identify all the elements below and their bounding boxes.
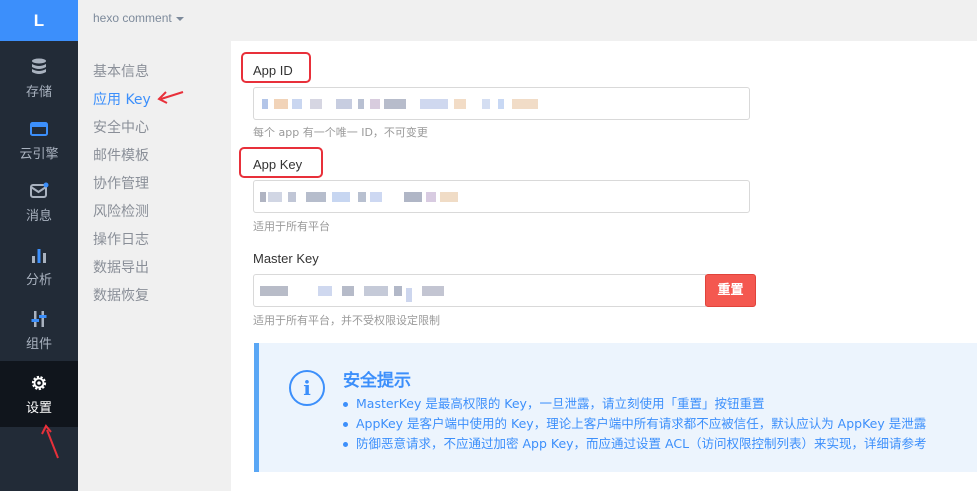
nav-item-label: 分析 (25, 273, 52, 288)
nav-item-cloud-engine[interactable]: 云引擎 (0, 107, 78, 169)
submenu-item-security-center[interactable]: 安全中心 (93, 117, 149, 137)
top-bar: hexo comment (78, 0, 977, 41)
database-icon (32, 58, 46, 74)
app-key-field[interactable] (253, 180, 750, 213)
app-logo[interactable]: L (0, 0, 78, 41)
nav-item-label: 云引擎 (19, 147, 59, 162)
main-nav: L 存储 云引擎 消息 分析 组件 设置 (0, 0, 78, 491)
master-key-help: 适用于所有平台，并不受权限设定限制 (253, 314, 440, 327)
chevron-down-icon (175, 16, 184, 21)
settings-submenu: 基本信息 应用 Key 安全中心 邮件模板 协作管理 风险检测 操作日志 数据导… (78, 41, 228, 491)
master-key-label: Master Key (253, 251, 319, 266)
info-icon: i (289, 370, 325, 406)
nav-item-label: 消息 (25, 209, 52, 224)
submenu-item-risk-detection[interactable]: 风险检测 (93, 201, 149, 221)
security-tip-title: 安全提示 (343, 371, 411, 391)
security-tip-line: 防御恶意请求，不应通过加密 App Key，而应通过设置 ACL（访问权限控制列… (343, 433, 927, 452)
cloud-engine-icon (30, 122, 48, 136)
submenu-item-operation-log[interactable]: 操作日志 (93, 229, 149, 249)
app-key-label: App Key (253, 157, 303, 172)
submenu-item-data-restore[interactable]: 数据恢复 (93, 285, 149, 305)
nav-item-analytics[interactable]: 分析 (0, 233, 78, 295)
submenu-item-collaboration[interactable]: 协作管理 (93, 173, 149, 193)
security-tip-text: MasterKey 是最高权限的 Key，一旦泄露，请立刻使用「重置」按钮重置 (356, 396, 765, 411)
submenu-item-app-key[interactable]: 应用 Key (93, 89, 151, 109)
bar-chart-icon (32, 249, 46, 263)
submenu-item-data-export[interactable]: 数据导出 (93, 257, 149, 277)
security-tip-panel: i 安全提示 MasterKey 是最高权限的 Key，一旦泄露，请立刻使用「重… (254, 343, 977, 472)
bullet-icon (343, 402, 348, 407)
nav-item-settings[interactable]: 设置 (0, 361, 78, 427)
nav-item-message[interactable]: 消息 (0, 169, 78, 231)
security-tip-line: MasterKey 是最高权限的 Key，一旦泄露，请立刻使用「重置」按钮重置 (343, 393, 764, 412)
app-id-help: 每个 app 有一个唯一 ID，不可变更 (253, 126, 428, 139)
main-content: App ID 每个 app 有一个唯一 ID，不可变更 App Key 适用于所… (231, 41, 977, 491)
nav-item-label: 组件 (25, 337, 52, 352)
nav-item-label: 设置 (25, 401, 52, 416)
app-id-label: App ID (253, 63, 293, 78)
nav-item-storage[interactable]: 存储 (0, 45, 78, 107)
master-key-field[interactable] (253, 274, 706, 307)
submenu-item-basic-info[interactable]: 基本信息 (93, 61, 149, 81)
message-icon (30, 182, 49, 198)
app-selector[interactable]: hexo comment (93, 11, 184, 25)
app-selector-label: hexo comment (93, 11, 172, 25)
bullet-icon (343, 422, 348, 427)
security-tip-text: AppKey 是客户端中使用的 Key，理论上客户端中所有请求都不应被信任，默认… (356, 416, 927, 431)
submenu-item-email-templates[interactable]: 邮件模板 (93, 145, 149, 165)
reset-master-key-button[interactable]: 重置 (705, 274, 756, 307)
security-tip-line: AppKey 是客户端中使用的 Key，理论上客户端中所有请求都不应被信任，默认… (343, 413, 926, 432)
nav-item-label: 存储 (25, 85, 52, 100)
nav-item-components[interactable]: 组件 (0, 297, 78, 359)
gear-icon (31, 375, 47, 391)
bullet-icon (343, 442, 348, 447)
sliders-icon (31, 311, 47, 327)
app-id-field[interactable] (253, 87, 750, 120)
app-key-help: 适用于所有平台 (253, 220, 330, 233)
security-tip-text: 防御恶意请求，不应通过加密 App Key，而应通过设置 ACL（访问权限控制列… (356, 436, 927, 451)
